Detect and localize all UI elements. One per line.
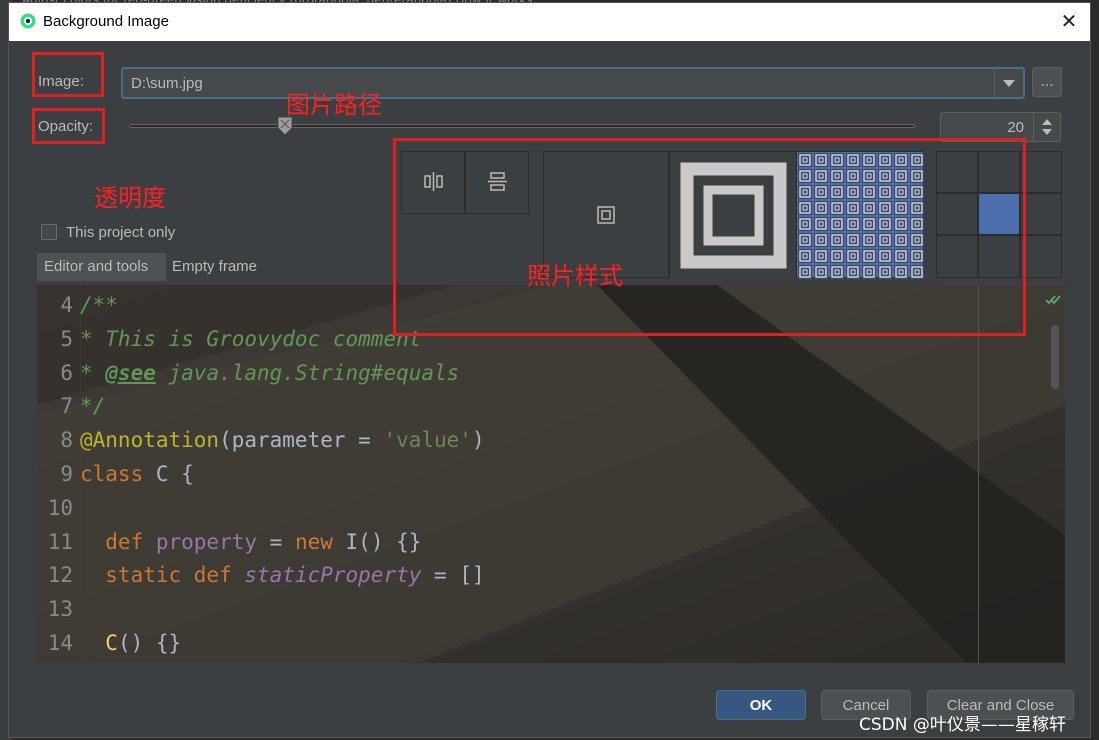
code-token: property xyxy=(155,529,258,554)
line-text: static def staticProperty = [] xyxy=(80,563,485,588)
line-number: 5 xyxy=(60,326,73,351)
code-token: */ xyxy=(80,394,106,419)
line-number: 14 xyxy=(47,630,73,655)
ok-button[interactable]: OK xyxy=(716,690,806,720)
annotation-image-path: 图片路径 xyxy=(286,91,382,119)
dialog-title: Background Image xyxy=(43,13,169,30)
background-image-dialog: Background Image ✕ Image: D:\sum.jpg ...… xyxy=(8,2,1091,738)
spinner-arrows-icon[interactable] xyxy=(1033,113,1060,141)
code-line: 8 @Annotation(parameter = 'value') xyxy=(37,428,1065,462)
annotation-opacity: 透明度 xyxy=(94,184,166,212)
csdn-watermark: CSDN @叶仪景——星稼轩 xyxy=(859,715,1066,735)
line-text: /** xyxy=(80,293,118,317)
code-line: 9 class C { xyxy=(37,462,1065,496)
code-line: 14 C() {} xyxy=(37,631,1065,663)
image-path-combobox[interactable]: D:\sum.jpg xyxy=(121,67,1025,99)
code-token: () {} xyxy=(117,630,182,655)
close-icon[interactable]: ✕ xyxy=(1058,10,1080,32)
anchor-bottom-right[interactable] xyxy=(1020,235,1062,278)
code-token: def xyxy=(80,529,156,554)
line-number: 13 xyxy=(47,597,73,622)
line-text: class C { xyxy=(80,462,194,486)
line-number: 12 xyxy=(47,563,73,588)
code-line: 6 * @see java.lang.String#equals xyxy=(37,361,1065,395)
code-token: C xyxy=(80,630,118,655)
code-token: = [] xyxy=(421,563,485,588)
code-token: I() {} xyxy=(332,529,422,554)
image-path-value: D:\sum.jpg xyxy=(131,75,203,92)
code-line: 7 */ xyxy=(37,394,1065,428)
line-text: * @see java.lang.String#equals xyxy=(80,361,459,385)
annotation-photo-style: 照片样式 xyxy=(527,262,623,290)
code-token: static def xyxy=(80,563,245,588)
opacity-value: 20 xyxy=(1007,119,1024,136)
code-token: new xyxy=(294,529,333,554)
line-number: 6 xyxy=(60,360,73,385)
line-text: @Annotation(parameter = 'value') xyxy=(80,428,485,452)
browse-button[interactable]: ... xyxy=(1032,67,1062,97)
code-token: staticProperty xyxy=(244,563,422,588)
line-number: 11 xyxy=(47,529,73,554)
chevron-down-icon[interactable] xyxy=(994,69,1023,97)
tab-editor-and-tools[interactable]: Editor and tools xyxy=(37,253,166,281)
line-text: def property = new I() {} xyxy=(80,530,421,554)
code-area: 4 /** 5 * This is Groovydoc comment 6 * @see … xyxy=(37,293,1065,663)
anchor-middle-right[interactable] xyxy=(1020,193,1062,235)
code-token: * This is Groovydoc comment xyxy=(80,326,422,351)
code-token: ) xyxy=(471,428,485,453)
image-label-highlight xyxy=(32,52,104,97)
photo-style-highlight xyxy=(393,138,1026,336)
code-line: 13 xyxy=(37,597,1065,631)
slider-thumb-icon[interactable] xyxy=(277,116,293,136)
line-number: 7 xyxy=(60,394,73,419)
code-token: java.lang.String#equals xyxy=(155,360,460,385)
code-line: 12 static def staticProperty = [] xyxy=(37,563,1065,597)
code-line: 10 xyxy=(37,496,1065,530)
code-token: class xyxy=(80,461,144,486)
line-number: 8 xyxy=(60,428,73,453)
code-token: @Annotation xyxy=(80,428,220,453)
no-problems-check-icon xyxy=(1045,295,1061,305)
code-token: = xyxy=(257,529,295,554)
editor-preview: 4 /** 5 * This is Groovydoc comment 6 * @see … xyxy=(37,285,1065,663)
line-text: */ xyxy=(80,394,105,418)
opacity-label-highlight xyxy=(32,108,105,144)
code-token: /** xyxy=(80,293,118,317)
code-token: @see xyxy=(105,360,156,385)
line-number: 4 xyxy=(60,293,73,317)
line-number: 9 xyxy=(60,461,73,486)
code-line: 11 def property = new I() {} xyxy=(37,530,1065,564)
line-text: C() {} xyxy=(80,631,181,655)
editor-scrollbar[interactable] xyxy=(1051,325,1059,389)
code-token: C { xyxy=(143,461,194,486)
code-token: 'value' xyxy=(383,428,472,453)
title-bar: Background Image ✕ xyxy=(9,3,1090,41)
line-number: 10 xyxy=(47,495,73,520)
opacity-slider[interactable] xyxy=(129,124,915,128)
tab-empty-frame[interactable]: Empty frame xyxy=(165,253,275,281)
code-token: (parameter = xyxy=(219,428,384,453)
line-text: * This is Groovydoc comment xyxy=(80,327,421,351)
code-token: * xyxy=(80,360,106,385)
android-studio-icon xyxy=(20,13,36,29)
this-project-only-label: This project only xyxy=(66,224,176,241)
this-project-only-checkbox[interactable] xyxy=(41,224,57,240)
anchor-top-right[interactable] xyxy=(1020,151,1062,193)
